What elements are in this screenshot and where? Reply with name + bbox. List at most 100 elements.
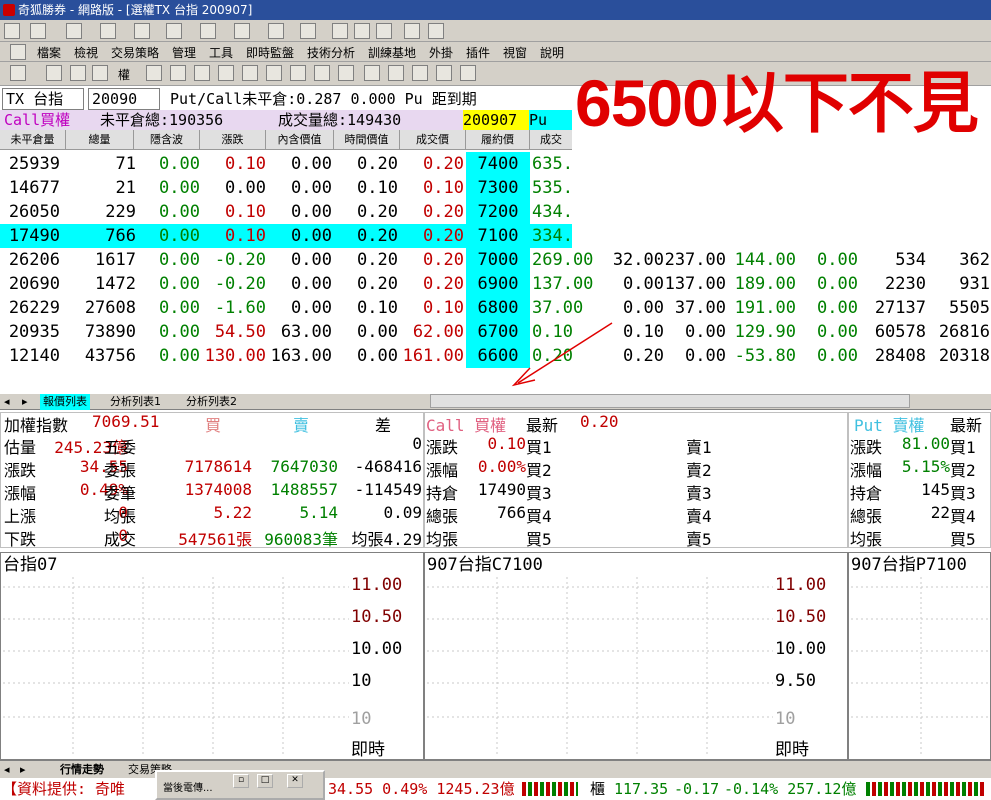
layout1-icon[interactable] xyxy=(364,65,380,81)
menu-view[interactable]: 檢視 xyxy=(74,44,98,61)
palette-icon[interactable] xyxy=(404,23,420,39)
bell-icon[interactable] xyxy=(314,65,330,81)
save-icon[interactable] xyxy=(428,23,444,39)
rectangle-tool-icon[interactable] xyxy=(234,23,250,39)
y-tick: 10 xyxy=(775,709,796,729)
cursor-icon[interactable] xyxy=(4,23,20,39)
table-row[interactable]: 26206 1617 0.00 -0.20 0.00 0.20 0.20 7000 269.00… xyxy=(0,248,991,272)
table-row[interactable]: 20690 1472 0.00 -0.20 0.00 0.20 0.20 6900 137.00… xyxy=(0,272,991,296)
chart-icon[interactable] xyxy=(194,65,210,81)
layout2-icon[interactable] xyxy=(388,65,404,81)
pen-icon[interactable] xyxy=(376,23,392,39)
menu-window[interactable]: 視窗 xyxy=(503,44,527,61)
grid-icon[interactable] xyxy=(10,44,26,60)
tab-analysis1[interactable]: 分析列表1 xyxy=(110,394,161,410)
eraser-icon[interactable] xyxy=(354,23,370,39)
chart-index[interactable]: 台指07 11.00 10.50 10.00 10 10 即時 xyxy=(0,552,424,760)
remove-icon[interactable] xyxy=(92,65,108,81)
indicator-icon[interactable] xyxy=(146,65,162,81)
cell-e2: 237.00 xyxy=(664,250,726,270)
vline-tool-icon[interactable] xyxy=(100,23,116,39)
folder-icon[interactable] xyxy=(10,65,26,81)
table-row[interactable]: 26050 229 0.00 0.10 0.00 0.20 0.20 7200 434. xyxy=(0,200,573,224)
col-time[interactable]: 時間價值 xyxy=(334,130,400,150)
tab-next-icon[interactable]: ▸ xyxy=(22,394,28,410)
layout3-icon[interactable] xyxy=(412,65,428,81)
col-strike[interactable]: 履約價 xyxy=(466,130,530,150)
col-chg[interactable]: 漲跌 xyxy=(200,130,266,150)
rsi-icon[interactable] xyxy=(46,65,62,81)
table-row[interactable]: 17490 766 0.00 0.10 0.00 0.20 0.20 7100 334. xyxy=(0,224,573,248)
tab-prev-icon[interactable]: ◂ xyxy=(4,761,10,779)
put-panel: Put 賣權 最新 漲跌 81.00 買1 漲幅 5.15% 買2 持倉 145 買3 總張 22 買… xyxy=(848,412,991,550)
menu-monitor[interactable]: 即時監盤 xyxy=(246,44,294,61)
index-b: 5.22 xyxy=(213,503,252,522)
cell-p: 535. xyxy=(532,178,573,198)
ellipse-tool-icon[interactable] xyxy=(268,23,284,39)
text-tool-icon[interactable] xyxy=(300,23,316,39)
channel-tool-icon[interactable] xyxy=(200,23,216,39)
tab-market-trend[interactable]: 行情走勢 xyxy=(60,761,104,779)
hline-tool-icon[interactable] xyxy=(66,23,82,39)
maximize-icon[interactable]: □ xyxy=(257,774,273,788)
cell-time: 0.10 xyxy=(357,178,398,198)
close-icon[interactable]: ✕ xyxy=(287,774,303,788)
tab-next-icon[interactable]: ▸ xyxy=(20,761,26,779)
index-b: 7178614 xyxy=(184,457,252,476)
cell-time: 0.20 xyxy=(357,202,398,222)
col-intrinsic[interactable]: 內含價值 xyxy=(266,130,334,150)
index-d: -114549 xyxy=(354,480,422,499)
chart-call[interactable]: 907台指C7100 11.00 10.50 10.00 9.50 10 即時 xyxy=(424,552,848,760)
menu-manage[interactable]: 管理 xyxy=(172,44,196,61)
line-tool-icon[interactable] xyxy=(30,23,46,39)
col-put-last[interactable]: 成交 xyxy=(530,130,572,150)
table-row[interactable]: 14677 21 0.00 0.00 0.00 0.10 0.10 7300 535. xyxy=(0,176,573,200)
table-row[interactable]: 12140 43756 0.00 130.00 163.00 0.00 161.00 6600… xyxy=(0,344,991,368)
layout4-icon[interactable] xyxy=(436,65,452,81)
call-s: 賣3 xyxy=(686,484,712,503)
col-iv[interactable]: 隱含波 xyxy=(134,130,200,150)
fan-tool-icon[interactable] xyxy=(134,23,150,39)
tab-prev-icon[interactable]: ◂ xyxy=(4,394,10,410)
menu-help[interactable]: 說明 xyxy=(540,44,564,61)
call-s: 賣1 xyxy=(686,438,712,457)
put-l: 總張 xyxy=(850,507,883,526)
chart-put[interactable]: 907台指P7100 xyxy=(848,552,991,760)
tab-analysis2[interactable]: 分析列表2 xyxy=(186,394,237,410)
menu-file[interactable]: 檔案 xyxy=(37,44,61,61)
table-row[interactable]: 20935 73890 0.00 54.50 63.00 0.00 62.00 6700 0.1… xyxy=(0,320,991,344)
col-oi[interactable]: 未平倉量 xyxy=(0,130,66,150)
col-vol[interactable]: 總量 xyxy=(66,130,134,150)
news-icon[interactable] xyxy=(266,65,282,81)
menu-plugin-ext[interactable]: 外掛 xyxy=(429,44,453,61)
copy-icon[interactable] xyxy=(332,23,348,39)
table-row[interactable]: 25939 71 0.00 0.10 0.00 0.20 0.20 7400 635. xyxy=(0,152,573,176)
option-label[interactable]: 權 xyxy=(118,66,130,83)
book-icon[interactable] xyxy=(242,65,258,81)
horizontal-scrollbar[interactable] xyxy=(430,394,910,408)
month-select[interactable]: 20090 xyxy=(88,88,160,110)
compare-icon[interactable] xyxy=(170,65,186,81)
call-latest-price: 0.20 xyxy=(580,412,619,431)
restore-icon[interactable]: ▫ xyxy=(233,774,249,788)
app-logo-icon xyxy=(3,4,15,16)
minimized-window[interactable]: 當後電傳... ▫ □ ✕ xyxy=(155,770,325,800)
table-icon[interactable] xyxy=(218,65,234,81)
menu-tools[interactable]: 工具 xyxy=(209,44,233,61)
cell-e3: 129.90 xyxy=(734,322,796,342)
tool-icon[interactable] xyxy=(338,65,354,81)
table-row[interactable]: 26229 27608 0.00 -1.60 0.00 0.10 0.10 6800 37.00… xyxy=(0,296,991,320)
menu-training[interactable]: 訓練基地 xyxy=(368,44,416,61)
col-last[interactable]: 成交價 xyxy=(400,130,466,150)
index-s: 7647030 xyxy=(270,457,338,476)
alert-icon[interactable] xyxy=(290,65,306,81)
fib-tool-icon[interactable] xyxy=(166,23,182,39)
symbol-select[interactable]: TX 台指 xyxy=(2,88,84,110)
menu-tech[interactable]: 技術分析 xyxy=(307,44,355,61)
cell-strike: 6600 xyxy=(466,344,530,368)
tab-quote-list[interactable]: 報價列表 xyxy=(40,394,90,410)
layout5-icon[interactable] xyxy=(460,65,476,81)
menu-strategy[interactable]: 交易策略 xyxy=(111,44,159,61)
menu-plugin[interactable]: 插件 xyxy=(466,44,490,61)
add-icon[interactable] xyxy=(70,65,86,81)
